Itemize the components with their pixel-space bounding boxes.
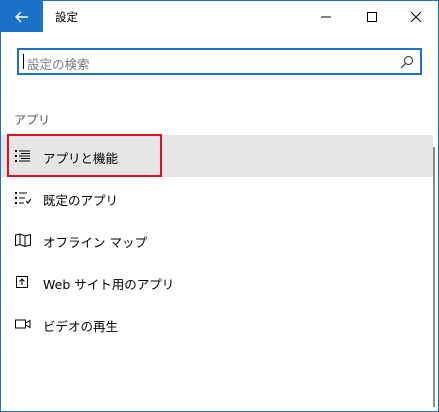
open-in-app-icon: [16, 276, 28, 288]
back-button[interactable]: [1, 1, 43, 32]
annotation-highlight: [7, 134, 162, 177]
nav-item-label: 既定のアプリ: [43, 193, 119, 208]
scrollbar[interactable]: [433, 147, 435, 407]
nav-item-label: ビデオの再生: [43, 319, 119, 334]
nav-item-apps-for-websites[interactable]: Web サイト用のアプリ: [1, 261, 433, 303]
search-placeholder: 設定の検索: [27, 57, 90, 72]
maximize-icon: [366, 11, 377, 22]
map-icon: [15, 233, 31, 247]
maximize-button[interactable]: [349, 1, 394, 32]
minimize-icon: [320, 16, 331, 17]
nav-item-video-playback[interactable]: ビデオの再生: [1, 303, 433, 345]
nav-item-default-apps[interactable]: 既定のアプリ: [1, 177, 433, 219]
back-arrow-icon: [15, 11, 28, 22]
settings-window: 設定 設定の検索 アプリ アプリと機能 既定のアプリ オフライン マップ Web…: [0, 0, 439, 412]
nav-item-label: オフライン マップ: [43, 235, 147, 250]
search-icon[interactable]: [400, 55, 414, 69]
title-bar: 設定: [1, 1, 438, 32]
section-title: アプリ: [14, 113, 51, 127]
window-title: 設定: [55, 10, 78, 24]
search-input[interactable]: 設定の検索: [17, 48, 422, 75]
nav-item-offline-maps[interactable]: オフライン マップ: [1, 219, 433, 261]
close-button[interactable]: [393, 1, 438, 32]
default-apps-icon: [15, 192, 31, 204]
text-caret: [23, 54, 24, 69]
close-icon: [410, 11, 421, 22]
nav-item-label: Web サイト用のアプリ: [43, 277, 175, 292]
video-icon: [15, 319, 31, 329]
minimize-button[interactable]: [303, 1, 348, 32]
